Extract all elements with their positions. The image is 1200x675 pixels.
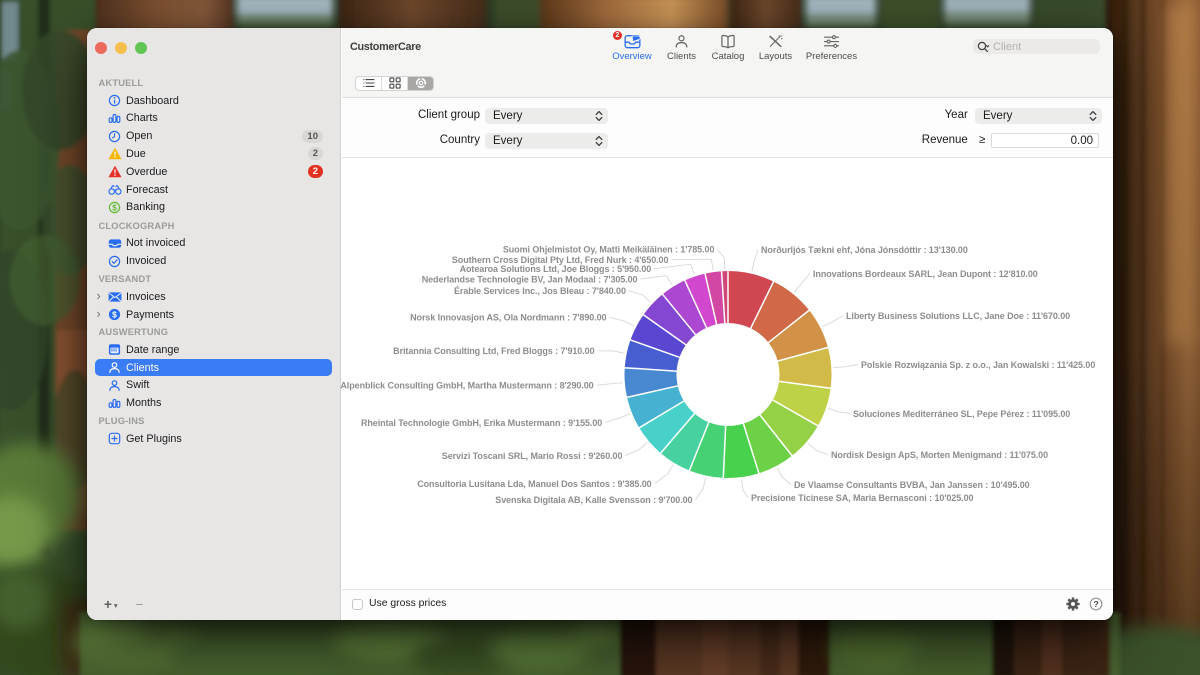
svg-text:Norðurljós Tækni ehf, Jóna Jón: Norðurljós Tækni ehf, Jóna Jónsdóttir : …: [761, 244, 968, 254]
svg-text:?: ?: [1093, 599, 1098, 609]
svg-text:Polskie Rozwiązania Sp. z o.o.: Polskie Rozwiązania Sp. z o.o., Jan Kowa…: [861, 359, 1095, 369]
svg-text:Érable Services Inc., Jos Blea: Érable Services Inc., Jos Bleau : 7'840.…: [454, 286, 626, 296]
svg-text:$: $: [112, 203, 117, 212]
svg-text:Nederlandse Technologie BV, Ja: Nederlandse Technologie BV, Jan Modaal :…: [422, 274, 638, 284]
svg-text:Nordisk Design ApS, Morten Men: Nordisk Design ApS, Morten Menigmand : 1…: [831, 449, 1048, 459]
svg-text:Svenska Digitala AB, Kalle Sve: Svenska Digitala AB, Kalle Svensson : 9'…: [495, 495, 692, 505]
svg-text:Consultoria Lusitana Lda, Manu: Consultoria Lusitana Lda, Manuel Dos San…: [417, 478, 651, 488]
svg-text:De Vlaamse Consultants BVBA, J: De Vlaamse Consultants BVBA, Jan Janssen…: [794, 479, 1030, 489]
svg-text:Precisione Ticinese SA, Maria: Precisione Ticinese SA, Maria Bernasconi…: [751, 492, 974, 502]
svg-text:Alpenblick Consulting GmbH, Ma: Alpenblick Consulting GmbH, Martha Muste…: [340, 380, 593, 390]
svg-text:Aotearoa Solutions Ltd, Joe Bl: Aotearoa Solutions Ltd, Joe Bloggs : 5'9…: [460, 264, 652, 274]
svg-text:Britannia Consulting Ltd, Fred: Britannia Consulting Ltd, Fred Bloggs : …: [393, 346, 594, 356]
svg-text:Liberty Business Solutions LLC: Liberty Business Solutions LLC, Jane Doe…: [846, 310, 1070, 320]
svg-text:Suomi Ohjelmistot Oy, Matti Me: Suomi Ohjelmistot Oy, Matti Meikäläinen …: [503, 244, 715, 254]
svg-text:Rheintal Technologie GmbH, Eri: Rheintal Technologie GmbH, Erika Musterm…: [361, 417, 602, 427]
svg-text:Servizi Toscani SRL, Mario Ros: Servizi Toscani SRL, Mario Rossi : 9'260…: [442, 450, 623, 460]
svg-text:Norsk Innovasjon AS, Ola Nordm: Norsk Innovasjon AS, Ola Nordmann : 7'89…: [410, 312, 606, 322]
svg-text:Soluciones Mediterráneo SL, Pe: Soluciones Mediterráneo SL, Pepe Pérez :…: [853, 408, 1070, 418]
svg-text:Innovations Bordeaux SARL, Jea: Innovations Bordeaux SARL, Jean Dupont :…: [813, 268, 1038, 278]
svg-text:$: $: [112, 310, 117, 320]
svg-text:Southern Cross Digital Pty Ltd: Southern Cross Digital Pty Ltd, Fred Nur…: [452, 255, 669, 265]
